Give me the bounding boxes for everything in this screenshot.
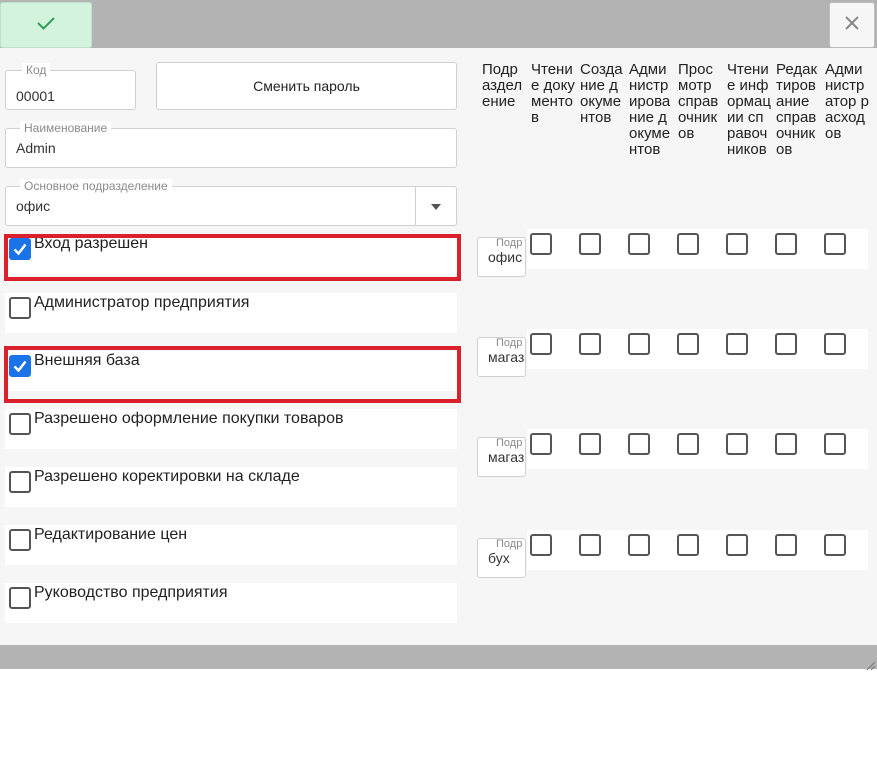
grid-row: Подр магазин xyxy=(477,329,868,377)
grid-checkbox[interactable] xyxy=(579,534,601,556)
permission-row: Вход разрешен xyxy=(5,234,457,274)
permission-row: Внешняя база xyxy=(5,351,457,391)
column-header: Администрирование документов xyxy=(629,61,671,158)
row-department-value: магазин xyxy=(488,349,525,365)
grid-checkbox[interactable] xyxy=(824,534,846,556)
permission-checkbox[interactable] xyxy=(9,529,31,551)
column-header: Администратор расходов xyxy=(825,61,869,142)
grid-checkbox[interactable] xyxy=(726,233,748,255)
caret-down-icon xyxy=(431,197,441,215)
column-header: Чтение информации справочников xyxy=(727,61,771,158)
grid-checkbox[interactable] xyxy=(530,233,552,255)
department-select[interactable]: Основное подразделение офис xyxy=(5,179,457,226)
permission-label: Внешняя база xyxy=(34,352,140,369)
permission-checkbox[interactable] xyxy=(9,355,31,377)
grid-checkbox[interactable] xyxy=(775,333,797,355)
change-password-button[interactable]: Сменить пароль xyxy=(156,62,457,110)
grid-checkbox[interactable] xyxy=(628,233,650,255)
close-button[interactable] xyxy=(829,2,875,48)
confirm-button[interactable] xyxy=(0,2,92,48)
code-value: 00001 xyxy=(16,88,55,104)
column-header: Редактирование справочников xyxy=(776,61,818,158)
code-label: Код xyxy=(22,63,51,77)
row-department-label: Подр xyxy=(496,538,523,550)
grid-checkbox[interactable] xyxy=(677,534,699,556)
row-department-field[interactable]: Подр офис xyxy=(477,237,526,277)
name-value: Admin xyxy=(16,140,56,156)
row-department-value: магазин xyxy=(488,449,525,465)
permission-checkbox[interactable] xyxy=(9,471,31,493)
grid-checkbox[interactable] xyxy=(530,333,552,355)
grid-checkbox[interactable] xyxy=(775,433,797,455)
code-field[interactable]: Код 00001 xyxy=(5,63,136,110)
grid-checkbox[interactable] xyxy=(628,534,650,556)
grid-row: Подр офис xyxy=(477,229,868,277)
dialog-toolbar xyxy=(0,0,877,48)
permission-row: Руководство предприятия xyxy=(5,583,457,623)
permission-label: Руководство предприятия xyxy=(34,584,228,601)
grid-checkbox[interactable] xyxy=(628,333,650,355)
grid-row: Подр бух xyxy=(477,530,868,578)
row-department-field[interactable]: Подр магазин xyxy=(477,437,526,477)
grid-checkbox[interactable] xyxy=(530,433,552,455)
grid-checkbox[interactable] xyxy=(677,433,699,455)
grid-checkbox[interactable] xyxy=(726,333,748,355)
permission-checkbox[interactable] xyxy=(9,587,31,609)
close-icon xyxy=(844,15,860,36)
permission-checkbox[interactable] xyxy=(9,413,31,435)
permission-label: Вход разрешен xyxy=(34,235,148,252)
grid-checkbox[interactable] xyxy=(775,534,797,556)
grid-checkbox[interactable] xyxy=(579,333,601,355)
permission-checkbox[interactable] xyxy=(9,238,31,260)
grid-checkbox[interactable] xyxy=(579,233,601,255)
department-value: офис xyxy=(16,198,51,214)
grid-checkbox[interactable] xyxy=(677,333,699,355)
grid-checkbox[interactable] xyxy=(824,433,846,455)
row-department-label: Подр xyxy=(496,437,523,449)
column-header: Создание документов xyxy=(580,61,623,126)
grid-checkbox[interactable] xyxy=(530,534,552,556)
grid-checkbox[interactable] xyxy=(726,433,748,455)
check-icon xyxy=(36,15,56,36)
grid-row: Подр магазин xyxy=(477,429,868,477)
grid-checkbox[interactable] xyxy=(775,233,797,255)
permission-label: Администратор предприятия xyxy=(34,294,250,311)
row-department-value: офис xyxy=(488,249,523,265)
row-department-field[interactable]: Подр бух xyxy=(477,538,526,578)
permission-row: Редактирование цен xyxy=(5,525,457,565)
column-header: Подразделение xyxy=(482,61,523,110)
name-field[interactable]: Наименование Admin xyxy=(5,121,457,168)
row-department-label: Подр xyxy=(496,237,523,249)
department-dropdown-button[interactable] xyxy=(415,187,456,225)
grid-checkbox[interactable] xyxy=(824,233,846,255)
resize-grip-icon[interactable] xyxy=(866,658,876,671)
permission-row: Разрешено коректировки на складе xyxy=(5,467,457,507)
grid-checkbox[interactable] xyxy=(726,534,748,556)
permission-row: Администратор предприятия xyxy=(5,293,457,333)
row-department-field[interactable]: Подр магазин xyxy=(477,337,526,377)
dialog-footer xyxy=(0,645,877,671)
column-header: Чтение документов xyxy=(531,61,575,126)
permission-row: Разрешено оформление покупки товаров xyxy=(5,409,457,449)
grid-checkbox[interactable] xyxy=(579,433,601,455)
grid-checkbox[interactable] xyxy=(677,233,699,255)
column-header: Просмотр справочников xyxy=(678,61,719,142)
dialog-content: Код 00001 Сменить пароль Наименование Ad… xyxy=(0,48,877,645)
permission-checkbox[interactable] xyxy=(9,297,31,319)
permission-label: Редактирование цен xyxy=(34,526,188,543)
permission-label: Разрешено оформление покупки товаров xyxy=(34,410,344,427)
grid-checkbox[interactable] xyxy=(824,333,846,355)
grid-checkbox[interactable] xyxy=(628,433,650,455)
row-department-label: Подр xyxy=(496,337,523,349)
row-department-value: бух xyxy=(488,550,510,566)
permission-label: Разрешено коректировки на складе xyxy=(34,468,300,485)
